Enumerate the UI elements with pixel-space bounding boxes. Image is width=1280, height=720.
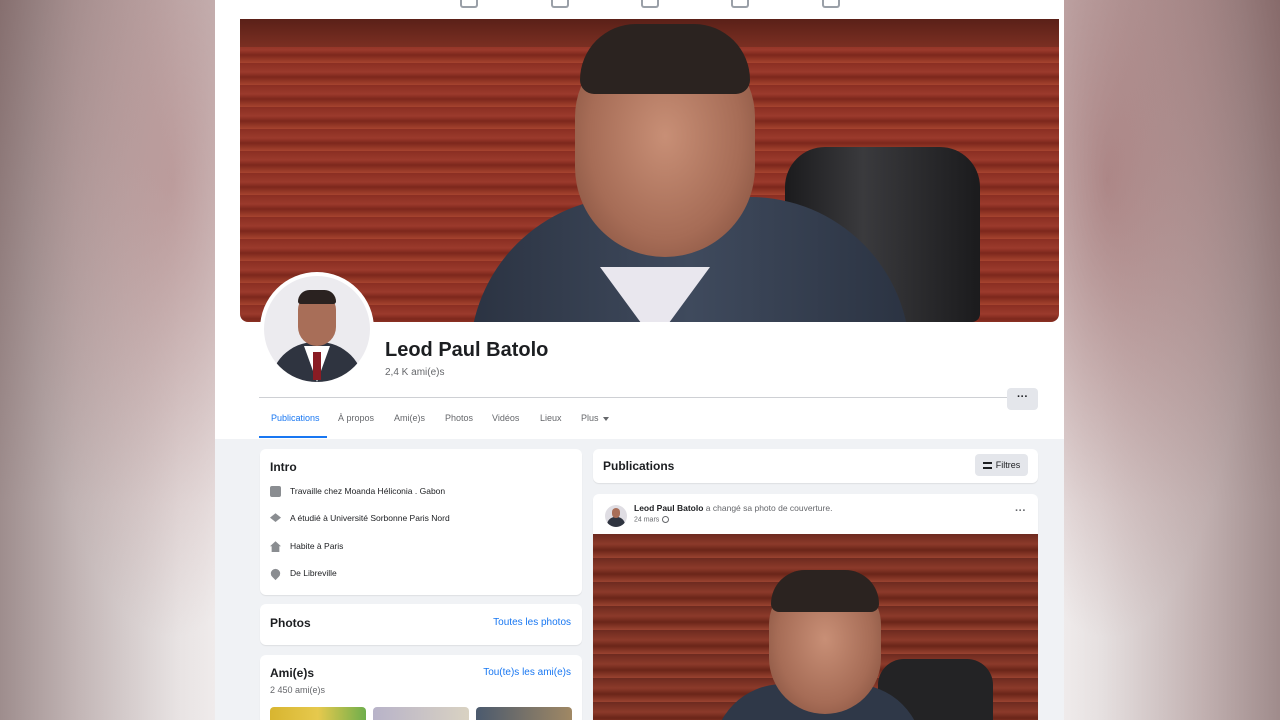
flag-icon[interactable] [551,0,569,8]
intro-item-education: A étudié à Université Sorbonne Paris Nor… [270,513,450,529]
friends-title: Ami(e)s [270,666,315,680]
profile-name: Leod Paul Batolo [385,339,549,361]
filters-button[interactable]: Filtres [975,454,1028,476]
post-card: Leod Paul Batolo a changé sa photo de co… [593,494,1038,720]
intro-item-residence: Habite à Paris [270,541,343,557]
profile-picture[interactable] [260,272,374,386]
tab-about[interactable]: À propos [338,413,374,423]
profile-page: Leod Paul Batolo 2,4 K ami(e)s Publicati… [215,0,1064,720]
filters-icon [982,462,992,470]
intro-card: Intro Travaille chez Moanda Héliconia . … [260,449,582,595]
tab-places[interactable]: Lieux [540,413,562,423]
tab-friends[interactable]: Ami(e)s [394,413,425,423]
post-author-name[interactable]: Leod Paul Batolo [634,503,703,513]
friend-thumbnail[interactable] [373,707,469,720]
post-author-avatar[interactable] [605,505,627,527]
more-options-button[interactable]: ··· [1007,388,1038,410]
tab-more[interactable]: Plus [581,413,609,423]
intro-title: Intro [270,460,297,474]
tab-videos[interactable]: Vidéos [492,413,519,423]
post-action: a changé sa photo de couverture. [705,503,833,513]
gaming-icon[interactable] [822,0,840,8]
friend-thumbnail[interactable] [270,707,366,720]
top-navigation [215,0,1064,19]
intro-item-text: Travaille chez Moanda Héliconia . Gabon [290,486,446,496]
cover-photo[interactable] [240,19,1059,322]
friends-total: 2 450 ami(e)s [270,685,326,695]
tab-more-label: Plus [581,413,599,423]
all-friends-link[interactable]: Tou(te)s les ami(e)s [483,667,571,678]
post-more-button[interactable]: ··· [1015,505,1026,517]
friends-card: Ami(e)s Tou(te)s les ami(e)s 2 450 ami(e… [260,655,582,720]
home-icon [270,541,281,553]
caret-down-icon [602,416,609,421]
globe-icon [662,516,670,523]
all-photos-link[interactable]: Toutes les photos [493,617,571,628]
megaphone-icon[interactable] [731,0,749,8]
divider [259,397,1038,398]
background-blur-right [1064,0,1280,720]
photos-title: Photos [270,616,311,630]
publications-header: Publications [593,449,1038,483]
intro-item-text[interactable]: Habite à Paris [290,541,343,551]
photos-card: Photos Toutes les photos [260,604,582,645]
intro-item-text[interactable]: De Libreville [290,568,337,578]
friend-thumbnail[interactable] [476,707,572,720]
post-timestamp[interactable]: 24 mars [634,516,670,523]
location-pin-icon [268,567,283,581]
post-header: Leod Paul Batolo a changé sa photo de co… [634,503,832,513]
post-date[interactable]: 24 mars [634,516,659,523]
tab-publications[interactable]: Publications [271,413,320,423]
friends-count[interactable]: 2,4 K ami(e)s [385,367,444,378]
profile-header: Leod Paul Batolo 2,4 K ami(e)s [215,19,1064,439]
publications-title: Publications [603,459,675,473]
marketplace-icon[interactable] [641,0,659,8]
tab-photos[interactable]: Photos [445,413,473,423]
intro-item-work: Travaille chez Moanda Héliconia . Gabon [270,486,445,502]
filters-label: Filtres [995,460,1021,470]
post-image[interactable] [593,534,1038,720]
graduation-cap-icon [270,513,281,523]
home-icon[interactable] [460,0,478,8]
intro-item-hometown: De Libreville [268,567,337,584]
background-blur-left [0,0,215,720]
intro-item-text[interactable]: A étudié à Université Sorbonne Paris Nor… [290,513,450,523]
active-tab-indicator [259,436,327,438]
briefcase-icon [270,486,281,498]
